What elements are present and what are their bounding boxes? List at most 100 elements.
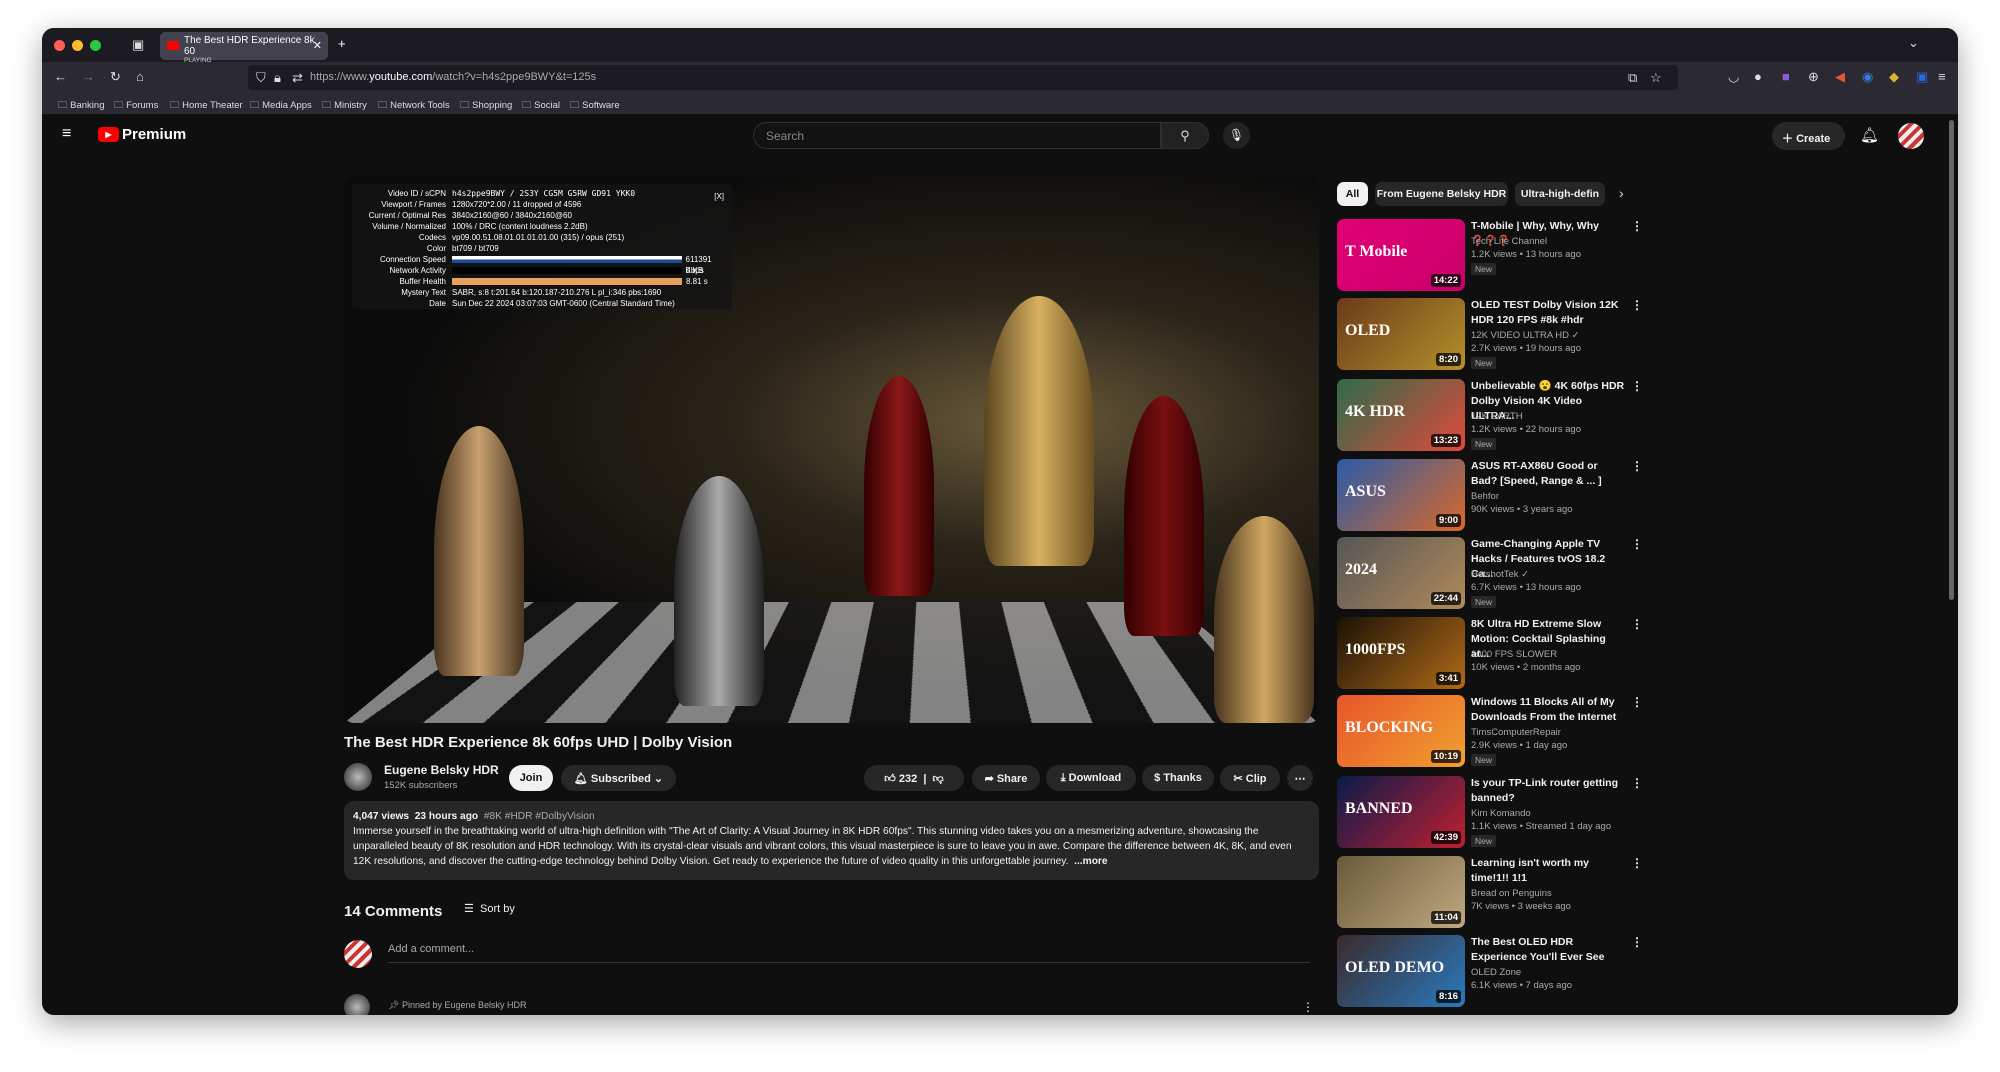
picture-in-picture-icon[interactable]: ⧉ bbox=[1628, 70, 1637, 86]
video-thumbnail[interactable]: 1000FPS 3:41 bbox=[1337, 617, 1465, 689]
more-options-icon[interactable]: ⋮ bbox=[1631, 459, 1643, 473]
more-options-icon[interactable]: ⋮ bbox=[1631, 379, 1643, 393]
recommended-title[interactable]: OLED TEST Dolby Vision 12K HDR 120 FPS #… bbox=[1471, 298, 1626, 328]
dislike-button[interactable]: 👎︎ bbox=[933, 773, 944, 785]
bookmark-forums[interactable]: 🗀 Forums bbox=[114, 98, 158, 114]
bookmark-banking[interactable]: 🗀 Banking bbox=[58, 98, 104, 114]
more-actions-button[interactable]: ⋯ bbox=[1287, 765, 1313, 791]
channel-name[interactable]: Eugene Belsky HDR bbox=[384, 763, 499, 777]
more-options-icon[interactable]: ⋮ bbox=[1631, 537, 1643, 551]
recommended-title[interactable]: Is your TP-Link router getting banned? bbox=[1471, 776, 1626, 806]
reload-icon[interactable]: ↻ bbox=[110, 69, 121, 85]
search-input[interactable]: Search bbox=[753, 122, 1161, 149]
notifications-bell-icon[interactable]: 🔔︎ bbox=[1860, 126, 1879, 144]
search-button[interactable]: ⚲ bbox=[1161, 122, 1209, 149]
recommended-title[interactable]: ASUS RT-AX86U Good or Bad? [Speed, Range… bbox=[1471, 459, 1626, 489]
recommended-video[interactable]: BLOCKING 10:19 Windows 11 Blocks All of … bbox=[1337, 695, 1647, 771]
close-tab-icon[interactable]: ✕ bbox=[313, 39, 322, 52]
hashtags[interactable]: #8K #HDR #DolbyVision bbox=[484, 811, 595, 822]
video-thumbnail[interactable]: OLED 8:20 bbox=[1337, 298, 1465, 370]
channel-avatar[interactable] bbox=[344, 763, 372, 791]
url-bar[interactable]: ⛉ 🔒︎ ⇄ https://www.youtube.com/watch?v=h… bbox=[248, 65, 1678, 90]
extension-t-icon[interactable]: ● bbox=[1754, 69, 1762, 84]
recommended-title[interactable]: Windows 11 Blocks All of My Downloads Fr… bbox=[1471, 695, 1626, 725]
youtube-logo[interactable]: ▶ Premium bbox=[98, 126, 186, 143]
chips-next-icon[interactable]: › bbox=[1619, 185, 1624, 201]
subscribed-button[interactable]: 🔔︎ Subscribed ⌄ bbox=[561, 765, 676, 791]
bookmark-software[interactable]: 🗀 Software bbox=[570, 98, 620, 114]
extension-circle-icon[interactable]: ◉ bbox=[1862, 69, 1873, 85]
extension-box-icon[interactable]: ◆ bbox=[1889, 69, 1899, 85]
recommended-channel[interactable]: 1000 FPS SLOWER bbox=[1471, 649, 1557, 660]
join-button[interactable]: Join bbox=[509, 765, 553, 791]
extension-purple-icon[interactable]: ■ bbox=[1782, 69, 1790, 84]
recommended-video[interactable]: OLED DEMO 8:16 The Best OLED HDR Experie… bbox=[1337, 935, 1647, 1011]
chip-all[interactable]: All bbox=[1337, 182, 1368, 206]
pocket-icon[interactable]: ◡ bbox=[1728, 69, 1739, 85]
bookmark-network-tools[interactable]: 🗀 Network Tools bbox=[378, 98, 450, 114]
recommended-channel[interactable]: Kim Komando bbox=[1471, 808, 1531, 819]
recommended-title[interactable]: The Best OLED HDR Experience You'll Ever… bbox=[1471, 935, 1626, 965]
minimize-window-button[interactable] bbox=[72, 40, 83, 51]
more-options-icon[interactable]: ⋮ bbox=[1631, 935, 1643, 949]
recommended-video[interactable]: BANNED 42:39 Is your TP-Link router gett… bbox=[1337, 776, 1647, 852]
chip-ultra-high-definition[interactable]: Ultra-high-defin bbox=[1515, 182, 1605, 206]
recommended-video[interactable]: ASUS 9:00 ASUS RT-AX86U Good or Bad? [Sp… bbox=[1337, 459, 1647, 535]
forward-icon[interactable]: → bbox=[82, 69, 95, 84]
shield-icon[interactable]: ⛉ bbox=[256, 70, 266, 86]
add-comment-input[interactable]: Add a comment... bbox=[388, 943, 1310, 963]
bookmark-home-theater[interactable]: 🗀 Home Theater bbox=[170, 98, 243, 114]
recommended-video[interactable]: OLED 8:20 OLED TEST Dolby Vision 12K HDR… bbox=[1337, 298, 1647, 374]
chip-from-channel[interactable]: From Eugene Belsky HDR bbox=[1375, 182, 1508, 206]
recommended-video[interactable]: 11:04 Learning isn't worth my time!1!! 1… bbox=[1337, 856, 1647, 932]
video-thumbnail[interactable]: 2024 22:44 bbox=[1337, 537, 1465, 609]
bitwarden-icon[interactable]: ▣ bbox=[1916, 69, 1928, 85]
create-button[interactable]: ＋ Create bbox=[1772, 122, 1845, 150]
recommended-title[interactable]: Learning isn't worth my time!1!! 1!1 bbox=[1471, 856, 1626, 886]
recommended-channel[interactable]: TimsComputerRepair bbox=[1471, 727, 1561, 738]
tab-youtube[interactable]: The Best HDR Experience 8k 60 PLAYING ✕ bbox=[160, 32, 328, 64]
download-extension-icon[interactable]: ⊕ bbox=[1808, 69, 1819, 85]
more-options-icon[interactable]: ⋮ bbox=[1631, 219, 1643, 233]
stats-close-button[interactable]: [X] bbox=[714, 192, 724, 201]
recommended-channel[interactable]: OLED Zone bbox=[1471, 967, 1521, 978]
recommended-video[interactable]: 1000FPS 3:41 8K Ultra HD Extreme Slow Mo… bbox=[1337, 617, 1647, 693]
bookmark-star-icon[interactable]: ☆ bbox=[1650, 70, 1662, 86]
recommended-video[interactable]: 2024 22:44 Game-Changing Apple TV Hacks … bbox=[1337, 537, 1647, 613]
download-button[interactable]: ⤓ Download bbox=[1046, 765, 1136, 791]
more-link[interactable]: ...more bbox=[1074, 856, 1107, 867]
zoom-window-button[interactable] bbox=[90, 40, 101, 51]
hamburger-menu-icon[interactable]: ≡ bbox=[62, 125, 71, 143]
more-options-icon[interactable]: ⋮ bbox=[1631, 776, 1643, 790]
clip-button[interactable]: ✂ Clip bbox=[1220, 765, 1280, 791]
video-thumbnail[interactable]: 11:04 bbox=[1337, 856, 1465, 928]
list-all-tabs-icon[interactable]: ⌄ bbox=[1908, 35, 1919, 51]
more-options-icon[interactable]: ⋮ bbox=[1631, 695, 1643, 709]
more-options-icon[interactable]: ⋮ bbox=[1631, 298, 1643, 312]
more-options-icon[interactable]: ⋮ bbox=[1631, 617, 1643, 631]
video-thumbnail[interactable]: OLED DEMO 8:16 bbox=[1337, 935, 1465, 1007]
bookmark-shopping[interactable]: 🗀 Shopping bbox=[460, 98, 512, 114]
permissions-icon[interactable]: ⇄ bbox=[292, 70, 303, 86]
recommended-video[interactable]: 4K HDR 13:23 Unbelievable 😮 4K 60fps HDR… bbox=[1337, 379, 1647, 455]
recommended-channel[interactable]: Tech Life Channel bbox=[1471, 236, 1547, 247]
back-icon[interactable]: ← bbox=[54, 69, 67, 84]
tab-list-icon[interactable]: ▣ bbox=[132, 37, 144, 53]
like-button[interactable]: 👍︎ 232 bbox=[884, 773, 917, 785]
thanks-button[interactable]: $ Thanks bbox=[1142, 765, 1214, 791]
share-button[interactable]: ➦ Share bbox=[972, 765, 1040, 791]
video-thumbnail[interactable]: BANNED 42:39 bbox=[1337, 776, 1465, 848]
bookmark-social[interactable]: 🗀 Social bbox=[522, 98, 560, 114]
new-tab-button[interactable]: + bbox=[338, 36, 346, 51]
recommended-channel[interactable]: 12K EARTH bbox=[1471, 411, 1523, 422]
home-icon[interactable]: ⌂ bbox=[136, 69, 144, 84]
bookmark-ministry[interactable]: 🗀 Ministry bbox=[322, 98, 367, 114]
lock-icon[interactable]: 🔒︎ bbox=[274, 70, 281, 86]
more-options-icon[interactable]: ⋮ bbox=[1631, 856, 1643, 870]
bookmark-media-apps[interactable]: 🗀 Media Apps bbox=[250, 98, 312, 114]
recommended-channel[interactable]: 12K VIDEO ULTRA HD ✓ bbox=[1471, 330, 1580, 341]
close-window-button[interactable] bbox=[54, 40, 65, 51]
recommended-channel[interactable]: HotshotTek ✓ bbox=[1471, 569, 1529, 580]
recommended-video[interactable]: T Mobile 14:22 T-Mobile | Why, Why, Why … bbox=[1337, 219, 1647, 295]
recommended-channel[interactable]: Behfor bbox=[1471, 491, 1499, 502]
